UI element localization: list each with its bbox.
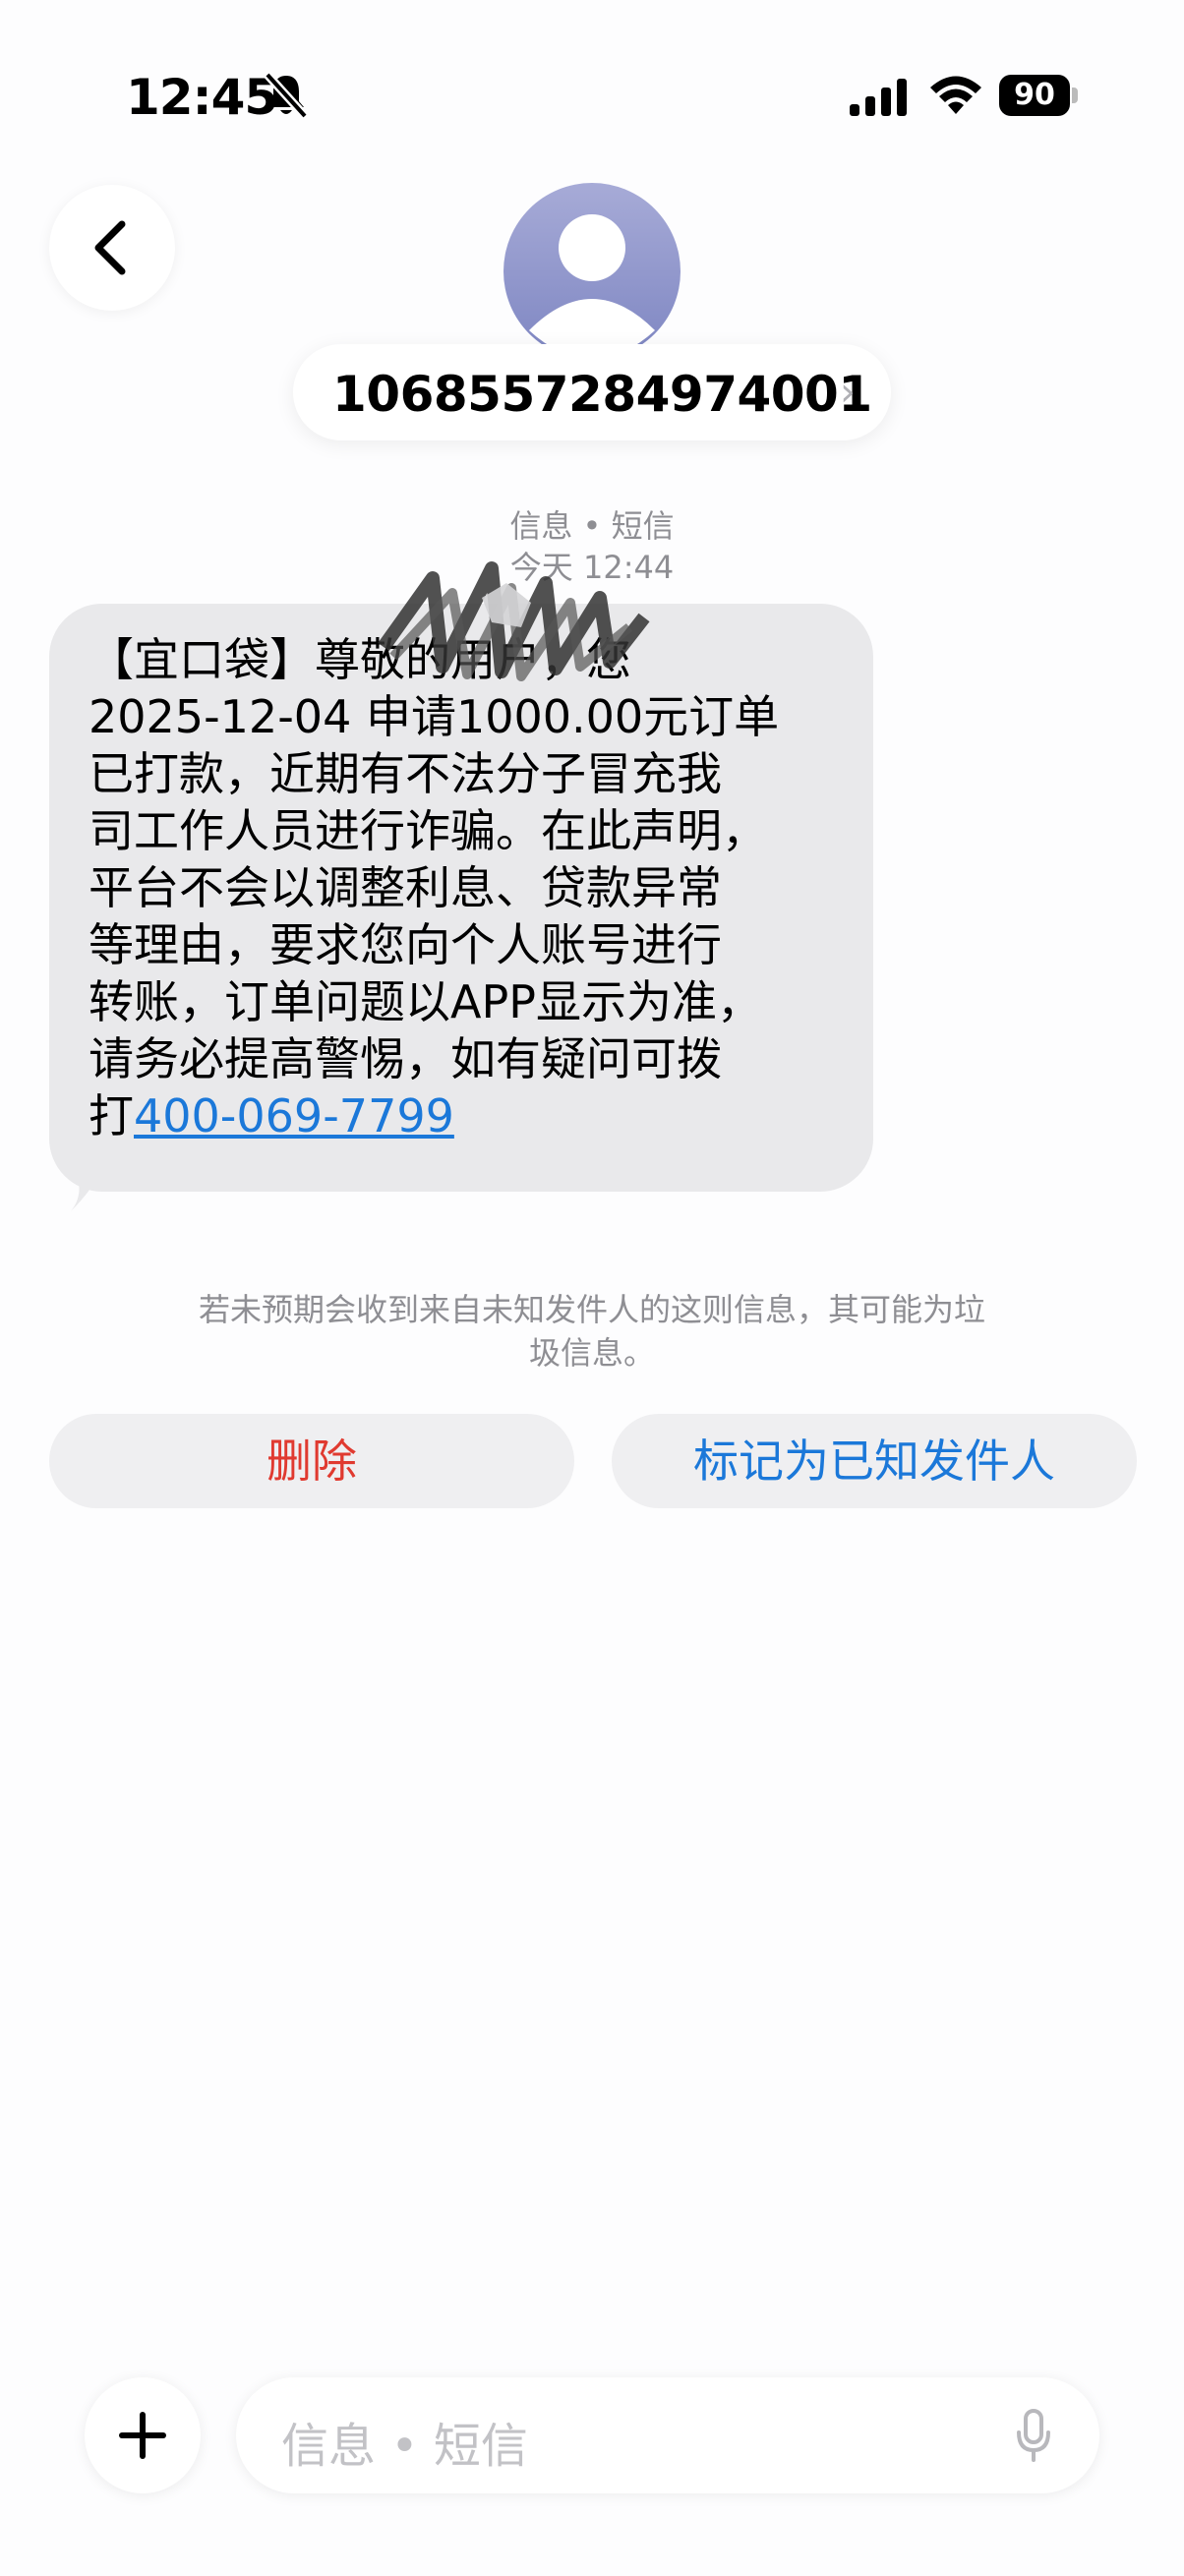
message-service: 信息 • 短信 (509, 507, 675, 545)
message-line-last: 打400-069-7799 (89, 1087, 865, 1144)
phone-link[interactable]: 400-069-7799 (134, 1089, 454, 1142)
message-line: 司工作人员进行诈骗。在此声明， (89, 804, 767, 857)
back-button[interactable] (49, 185, 175, 311)
person-icon (529, 214, 655, 358)
bubble-tail (71, 1166, 104, 1211)
sender-number: 1068557284974001 (332, 366, 872, 423)
battery-level: 90 (999, 75, 1070, 116)
message-text: 【宜口袋】尊敬的用户，您 2025-12-04 申请1000.00元订单 已打款… (89, 631, 865, 1144)
message-line: 请务必提高警惕，如有疑问可拨 (89, 1032, 722, 1085)
wifi-icon (930, 76, 981, 114)
message-line: 转账，订单问题以APP显示为准， (89, 975, 762, 1028)
status-time: 12:45 (126, 69, 278, 126)
chevron-left-icon (94, 220, 126, 275)
message-line: 平台不会以调整利息、贷款异常 (89, 861, 722, 914)
delete-button[interactable]: 删除 (49, 1414, 574, 1508)
avatar[interactable] (503, 183, 681, 360)
mark-known-sender-button[interactable]: 标记为已知发件人 (612, 1414, 1137, 1508)
add-attachment-button[interactable] (85, 2377, 201, 2493)
plus-icon (119, 2412, 166, 2459)
microphone-icon[interactable] (1015, 2409, 1052, 2464)
battery-tip (1072, 88, 1078, 103)
battery-icon: 90 (999, 75, 1078, 116)
message-bubble[interactable]: 【宜口袋】尊敬的用户，您 2025-12-04 申请1000.00元订单 已打款… (49, 604, 873, 1192)
message-line-prefix: 打 (89, 1089, 134, 1142)
sender-pill[interactable]: 1068557284974001 › (293, 344, 891, 440)
bell-slash-icon (264, 71, 309, 120)
cellular-signal-icon (850, 79, 907, 116)
chevron-right-icon: › (840, 370, 856, 415)
message-line: 等理由，要求您向个人账号进行 (89, 918, 722, 971)
message-line: 已打款，近期有不法分子冒充我 (89, 747, 722, 800)
message-line: 2025-12-04 申请1000.00元订单 (89, 690, 780, 743)
message-input[interactable]: 信息 • 短信 (236, 2377, 1099, 2493)
redaction-scribble (378, 561, 650, 681)
spam-warning: 若未预期会收到来自未知发件人的这则信息，其可能为垃圾信息。 (198, 1291, 985, 1372)
message-input-placeholder: 信息 • 短信 (281, 2419, 528, 2474)
